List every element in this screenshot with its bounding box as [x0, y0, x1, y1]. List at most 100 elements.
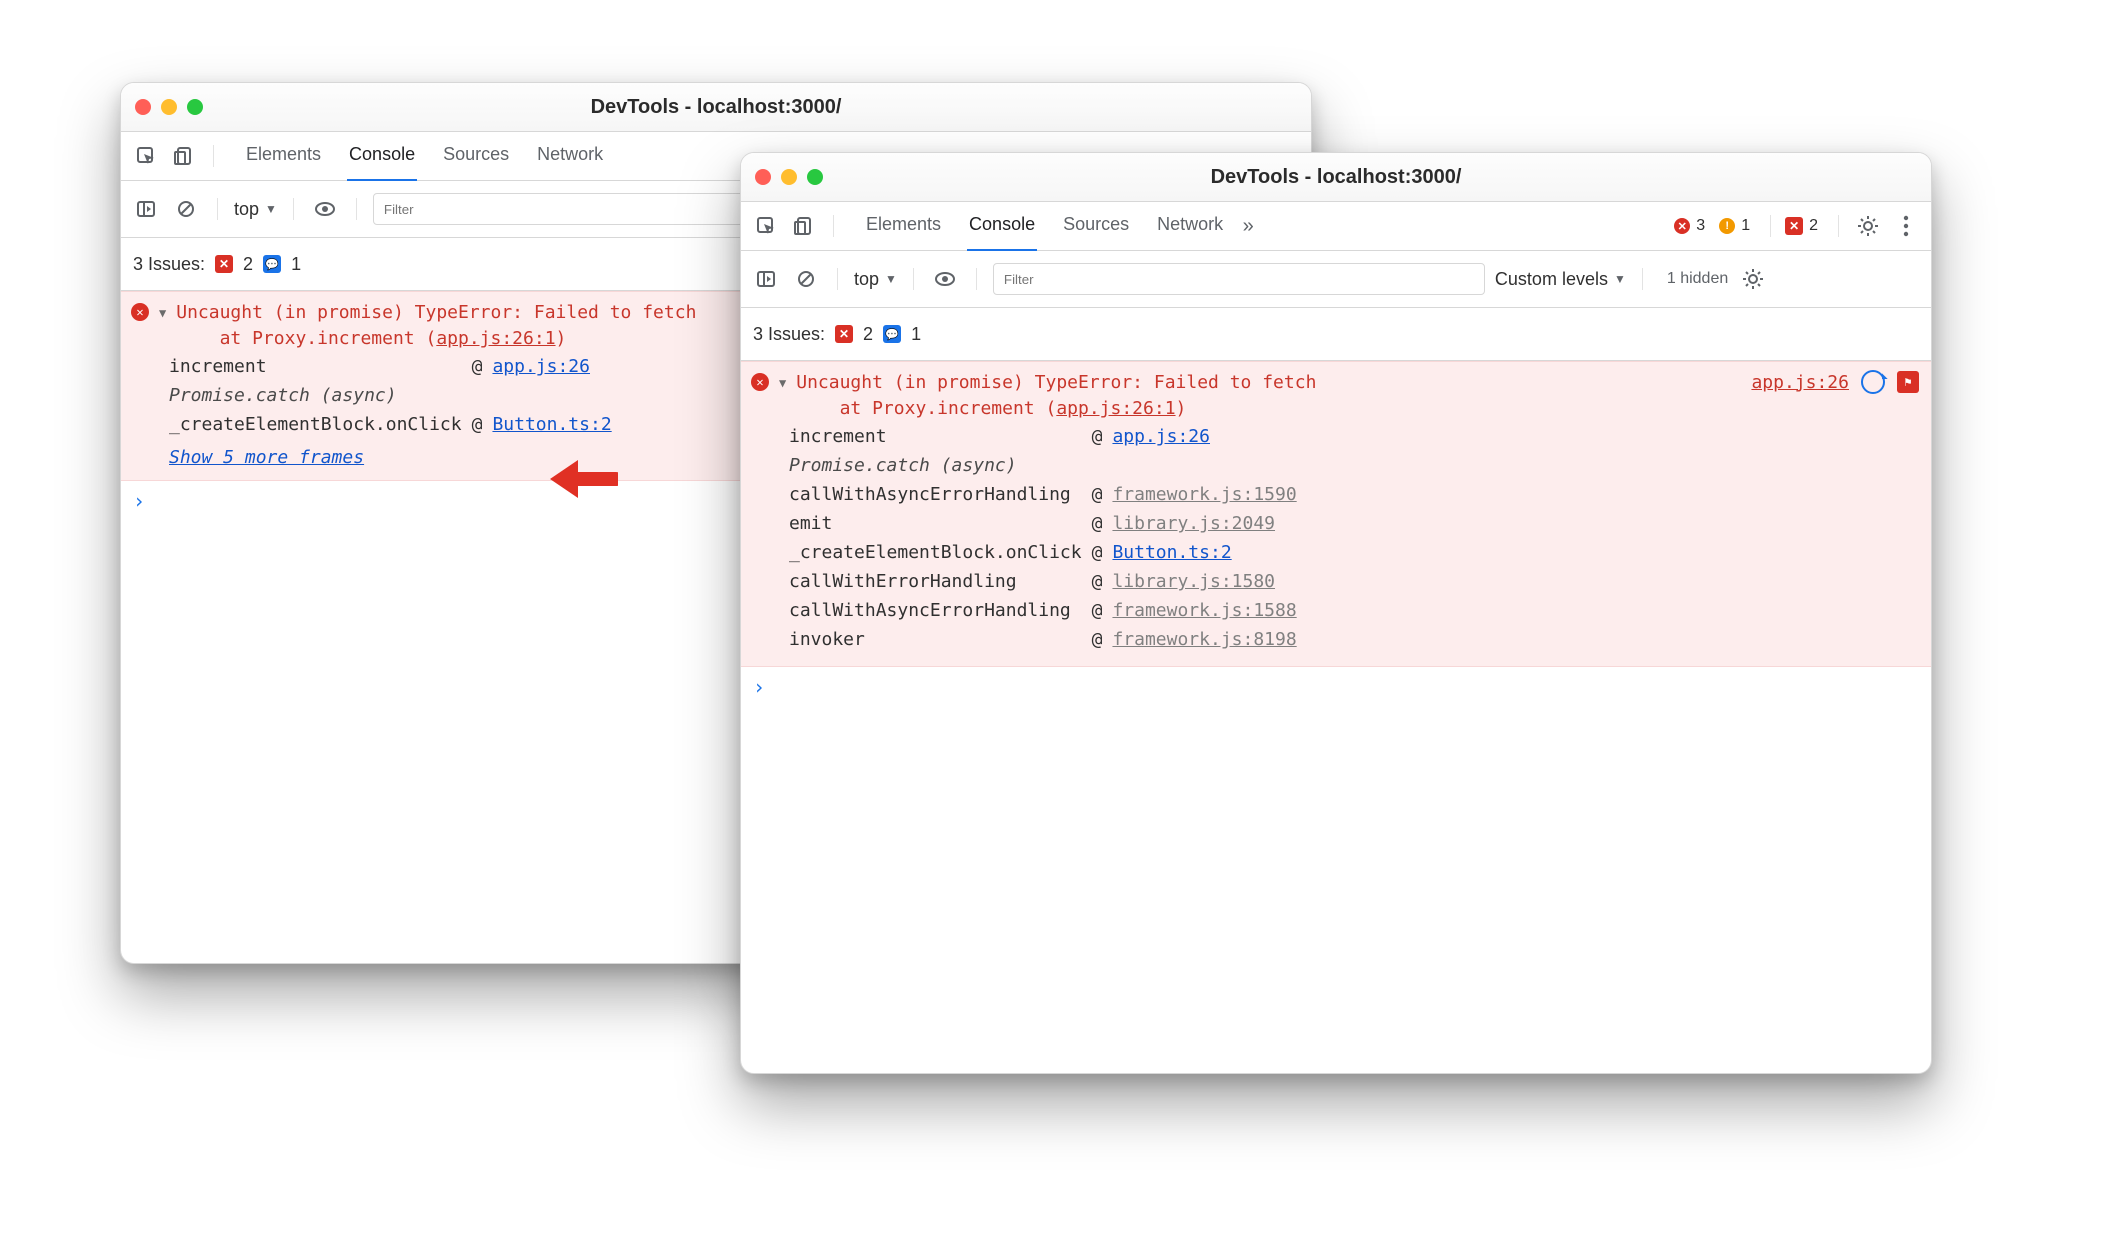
error-location-link[interactable]: app.js:26:1: [436, 328, 555, 349]
frame-function: increment: [789, 422, 1092, 451]
frame-source-link[interactable]: Button.ts:2: [492, 414, 611, 435]
separator: [1838, 215, 1839, 237]
message-badge-icon: ✕: [1785, 217, 1803, 235]
stack-frame: callWithErrorHandling@library.js:1580: [789, 567, 1307, 596]
feedback-icon[interactable]: ⚑: [1897, 371, 1919, 393]
disclosure-triangle-icon[interactable]: ▼: [779, 376, 786, 390]
frame-function: emit: [789, 509, 1092, 538]
stack-trace: increment@app.js:26Promise.catch (async)…: [169, 352, 622, 439]
frame-source-link[interactable]: framework.js:8198: [1112, 629, 1296, 650]
tab-network[interactable]: Network: [1155, 201, 1225, 252]
frame-source-link[interactable]: Button.ts:2: [1112, 542, 1231, 563]
at-symbol: @: [1092, 538, 1113, 567]
context-dropdown[interactable]: top ▼: [854, 269, 897, 290]
warning-count[interactable]: ! 1: [1719, 217, 1750, 235]
context-dropdown[interactable]: top ▼: [234, 199, 277, 220]
at-symbol: @: [1092, 422, 1113, 451]
clear-console-icon[interactable]: [171, 194, 201, 224]
tab-network[interactable]: Network: [535, 131, 605, 182]
filter-input[interactable]: [993, 263, 1485, 295]
at-symbol: @: [1092, 509, 1113, 538]
tab-console[interactable]: Console: [347, 131, 417, 182]
tab-console[interactable]: Console: [967, 201, 1037, 252]
inspect-icon[interactable]: [751, 211, 781, 241]
message-count[interactable]: ✕ 2: [1785, 217, 1818, 235]
error-source-link[interactable]: app.js:26: [1751, 372, 1849, 393]
live-expression-icon[interactable]: [310, 194, 340, 224]
stack-frame: Promise.catch (async): [789, 451, 1307, 480]
clear-console-icon[interactable]: [791, 264, 821, 294]
levels-label: Custom levels: [1495, 269, 1608, 290]
issues-info-count: 1: [291, 254, 301, 275]
console-settings-icon[interactable]: [1738, 264, 1768, 294]
separator: [356, 198, 357, 220]
sidebar-toggle-icon[interactable]: [751, 264, 781, 294]
frame-function: _createElementBlock.onClick: [169, 410, 472, 439]
at-symbol: @: [1092, 480, 1113, 509]
settings-icon[interactable]: [1853, 211, 1883, 241]
at-symbol: @: [1092, 567, 1113, 596]
chevron-down-icon: ▼: [265, 202, 277, 216]
context-label: top: [854, 269, 879, 290]
frame-function: invoker: [789, 625, 1092, 654]
tab-sources[interactable]: Sources: [1061, 201, 1131, 252]
tab-sources[interactable]: Sources: [441, 131, 511, 182]
frame-source-link[interactable]: framework.js:1590: [1112, 484, 1296, 505]
kebab-menu-icon[interactable]: [1891, 211, 1921, 241]
console-filter-bar: top ▼ Custom levels ▼ 1 hidden: [741, 251, 1931, 308]
tab-elements[interactable]: Elements: [864, 201, 943, 252]
error-location-link[interactable]: app.js:26:1: [1056, 398, 1175, 419]
issues-error-count: 2: [243, 254, 253, 275]
frame-source-link[interactable]: library.js:2049: [1112, 513, 1275, 534]
more-tabs-icon[interactable]: »: [1233, 211, 1263, 241]
error-dot-icon: ✕: [1674, 218, 1690, 234]
frame-function: increment: [169, 352, 472, 381]
stack-frame: _createElementBlock.onClick@Button.ts:2: [169, 410, 622, 439]
frame-source-link[interactable]: library.js:1580: [1112, 571, 1275, 592]
warning-dot-icon: !: [1719, 218, 1735, 234]
frame-source-link[interactable]: framework.js:1588: [1112, 600, 1296, 621]
stack-frame: _createElementBlock.onClick@Button.ts:2: [789, 538, 1307, 567]
titlebar[interactable]: DevTools - localhost:3000/: [121, 83, 1311, 132]
at-symbol: @: [472, 352, 493, 381]
error-count[interactable]: ✕ 3: [1674, 217, 1705, 235]
issues-bar[interactable]: 3 Issues: ✕ 2 💬 1: [741, 308, 1931, 361]
separator: [1770, 215, 1771, 237]
issues-label: 3 Issues:: [133, 254, 205, 275]
error-count-num: 3: [1696, 217, 1705, 235]
at-symbol: @: [1092, 625, 1113, 654]
show-more-frames-link[interactable]: Show 5 more frames: [169, 447, 364, 468]
device-toolbar-icon[interactable]: [169, 141, 199, 171]
device-toolbar-icon[interactable]: [789, 211, 819, 241]
tabs-toolbar: Elements Console Sources Network » ✕ 3 !…: [741, 202, 1931, 251]
stack-frame: increment@app.js:26: [789, 422, 1307, 451]
issues-error-count: 2: [863, 324, 873, 345]
levels-dropdown[interactable]: Custom levels ▼: [1495, 269, 1626, 290]
titlebar[interactable]: DevTools - localhost:3000/: [741, 153, 1931, 202]
live-expression-icon[interactable]: [930, 264, 960, 294]
frame-source-link[interactable]: app.js:26: [1112, 426, 1210, 447]
tab-elements[interactable]: Elements: [244, 131, 323, 182]
separator: [293, 198, 294, 220]
error-message: Uncaught (in promise) TypeError: Failed …: [796, 370, 1316, 422]
window-title: DevTools - localhost:3000/: [121, 96, 1311, 119]
stack-frame: callWithAsyncErrorHandling@framework.js:…: [789, 596, 1307, 625]
async-divider: Promise.catch (async): [169, 381, 622, 410]
separator: [1642, 268, 1643, 290]
at-symbol: @: [1092, 596, 1113, 625]
sidebar-toggle-icon[interactable]: [131, 194, 161, 224]
context-label: top: [234, 199, 259, 220]
chevron-down-icon: ▼: [885, 272, 897, 286]
hidden-count[interactable]: 1 hidden: [1667, 270, 1728, 288]
refresh-icon[interactable]: [1861, 370, 1885, 394]
stack-trace: increment@app.js:26Promise.catch (async)…: [789, 422, 1307, 654]
inspect-icon[interactable]: [131, 141, 161, 171]
disclosure-triangle-icon[interactable]: ▼: [159, 306, 166, 320]
frame-source-link[interactable]: app.js:26: [492, 356, 590, 377]
separator: [833, 215, 834, 237]
stack-frame: increment@app.js:26: [169, 352, 622, 381]
console-prompt[interactable]: ›: [741, 667, 1931, 707]
stack-frame: Promise.catch (async): [169, 381, 622, 410]
chevron-down-icon: ▼: [1614, 272, 1626, 286]
at-symbol: @: [472, 410, 493, 439]
